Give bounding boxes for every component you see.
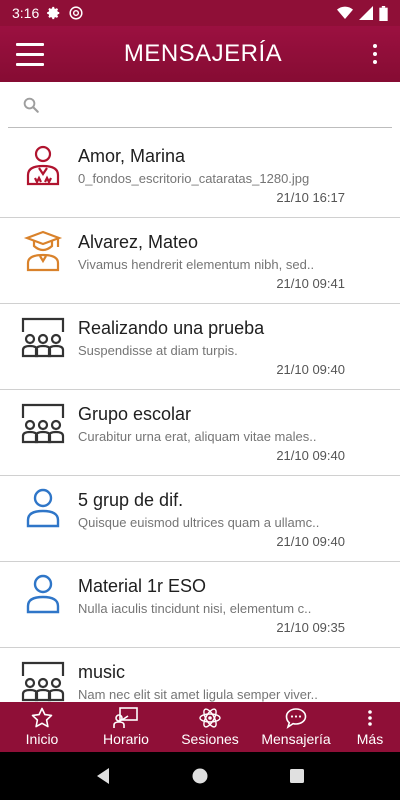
app-bar: MENSAJERÍA <box>0 26 400 82</box>
nav-label: Sesiones <box>181 731 239 747</box>
conversation-item[interactable]: Realizando una prueba Suspendisse at dia… <box>0 304 400 390</box>
person-icon <box>26 488 60 528</box>
home-icon[interactable] <box>191 767 209 785</box>
teacher-icon <box>26 145 60 186</box>
nav-label: Horario <box>103 731 149 747</box>
conversation-item[interactable]: Amor, Marina 0_fondos_escritorio_catarat… <box>0 132 400 218</box>
conversation-snippet: Vivamus hendrerit elementum nibh, sed.. <box>78 257 315 272</box>
recents-icon[interactable] <box>288 767 306 785</box>
system-nav-bar <box>0 752 400 800</box>
status-time: 3:16 <box>12 5 40 21</box>
nav-horario[interactable]: Horario <box>84 702 168 752</box>
nav-mensajeria[interactable]: Mensajería <box>252 702 340 752</box>
settings-icon <box>47 6 60 20</box>
schedule-icon <box>113 707 138 728</box>
nav-inicio[interactable]: Inicio <box>0 702 84 752</box>
back-icon[interactable] <box>94 767 112 785</box>
conversation-item[interactable]: Grupo escolar Curabitur urna erat, aliqu… <box>0 390 400 476</box>
conversation-name: Grupo escolar <box>78 404 192 424</box>
conversation-item[interactable]: 5 grup de dif. Quisque euismod ultrices … <box>0 476 400 562</box>
conversation-snippet: Nulla iaculis tincidunt nisi, elementum … <box>78 601 312 616</box>
nav-mas[interactable]: Más <box>340 702 400 752</box>
nav-sesiones[interactable]: Sesiones <box>168 702 252 752</box>
conversation-name: 5 grup de dif. <box>78 490 184 510</box>
signal-icon <box>359 6 373 20</box>
atom-icon <box>199 708 221 728</box>
group-icon <box>21 661 65 702</box>
chat-icon <box>285 708 307 729</box>
conversation-snippet: Suspendisse at diam turpis. <box>78 343 238 358</box>
group-icon <box>21 403 65 444</box>
conversation-name: Alvarez, Mateo <box>78 232 199 252</box>
wifi-icon <box>337 6 353 19</box>
conversation-item[interactable]: music Nam nec elit sit amet ligula sempe… <box>0 648 400 702</box>
group-icon <box>21 317 65 358</box>
conversation-time: 21/10 09:40 <box>276 448 345 463</box>
person-icon <box>26 574 60 614</box>
conversation-time: 21/10 09:35 <box>276 620 345 635</box>
conversation-name: Amor, Marina <box>78 146 186 166</box>
conversation-time: 21/10 09:40 <box>276 362 345 377</box>
menu-icon[interactable] <box>0 26 60 82</box>
conversation-name: music <box>78 662 126 682</box>
nav-label: Inicio <box>25 731 59 747</box>
conversation-time: 21/10 09:40 <box>276 534 345 549</box>
search-input[interactable] <box>8 82 392 128</box>
nav-label: Mensajería <box>261 731 331 747</box>
student-icon <box>23 230 63 272</box>
page-title: MENSAJERÍA <box>123 40 283 67</box>
more-icon <box>368 710 372 726</box>
conversation-snippet: 0_fondos_escritorio_cataratas_1280.jpg <box>78 171 310 186</box>
conversation-item[interactable]: Material 1r ESO Nulla iaculis tincidunt … <box>0 562 400 648</box>
conversation-snippet: Nam nec elit sit amet ligula semper vive… <box>78 687 318 702</box>
conversation-list: Amor, Marina 0_fondos_escritorio_catarat… <box>0 132 400 702</box>
more-vert-icon[interactable] <box>350 26 400 82</box>
battery-icon <box>379 5 388 21</box>
search-icon <box>23 97 39 113</box>
conversation-time: 21/10 09:41 <box>276 276 345 291</box>
conversation-item[interactable]: Alvarez, Mateo Vivamus hendrerit element… <box>0 218 400 304</box>
conversation-name: Realizando una prueba <box>78 318 265 338</box>
conversation-snippet: Quisque euismod ultrices quam a ullamc.. <box>78 515 320 530</box>
star-icon <box>31 707 53 728</box>
at-sign-icon <box>69 6 83 20</box>
status-bar: 3:16 <box>0 0 400 26</box>
conversation-name: Material 1r ESO <box>78 576 207 596</box>
bottom-nav: Inicio Horario Sesiones Mensajería Más <box>0 702 400 752</box>
conversation-time: 21/10 16:17 <box>276 190 345 205</box>
conversation-snippet: Curabitur urna erat, aliquam vitae males… <box>78 429 317 444</box>
nav-label: Más <box>356 731 384 747</box>
